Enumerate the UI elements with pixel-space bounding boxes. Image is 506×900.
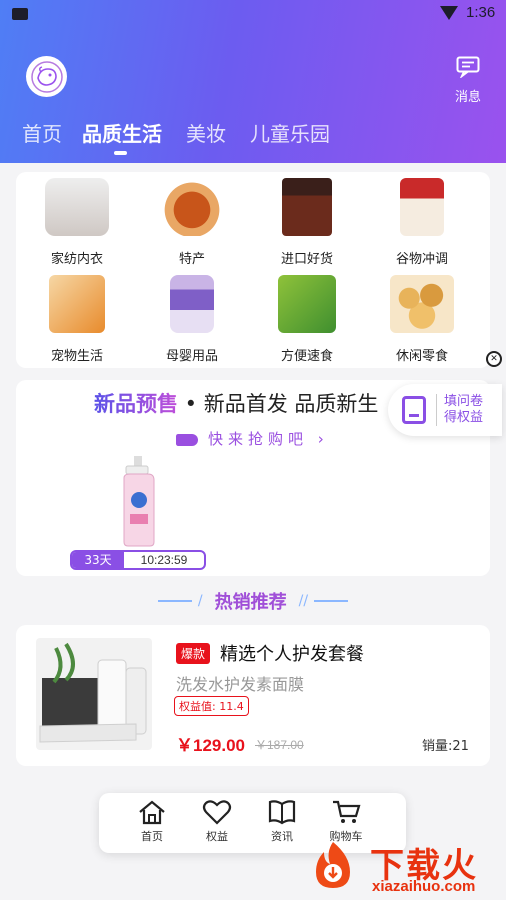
flame-logo-icon — [316, 842, 350, 888]
message-label: 消息 — [454, 90, 481, 105]
benefit-value-tag: 权益值: 11.4 — [174, 696, 249, 716]
haircare-set-image — [36, 638, 152, 750]
product-sales-count: 销量:21 — [422, 739, 469, 754]
cereal-bag-image — [400, 178, 444, 236]
countdown-time: 10:23:59 — [140, 553, 188, 567]
chat-bubble-icon — [456, 56, 480, 80]
nav-home-label: 首页 — [141, 830, 163, 843]
active-tab-indicator — [114, 151, 127, 155]
wifi-icon — [440, 6, 458, 20]
category-item-cereal[interactable]: 谷物冲调 — [367, 178, 477, 267]
hot-badge: 爆款 — [176, 643, 211, 664]
instant-noodles-image — [278, 275, 336, 333]
app-header: 1:36 消息 首页 品质生活 美妆 儿童乐园 — [0, 0, 506, 163]
roast-chicken-image — [160, 178, 224, 236]
close-float-icon[interactable]: ✕ — [486, 351, 502, 367]
presale-subtitle-text: 快来抢购吧 — [208, 430, 309, 448]
tab-kids-park[interactable]: 儿童乐园 — [250, 118, 330, 147]
presale-subtitle: 快来抢购吧 › — [176, 428, 329, 449]
category-label: 特产 — [178, 252, 205, 267]
avatar[interactable] — [26, 56, 67, 97]
tab-home[interactable]: 首页 — [22, 118, 62, 147]
popcorn-image — [390, 275, 454, 333]
decor-line — [157, 600, 192, 602]
survey-float-button[interactable]: 填问卷 得权益 — [388, 384, 502, 436]
presale-title: 新品预售 • 新品首发 品质新生 — [94, 388, 378, 418]
decor-line — [314, 600, 349, 602]
category-item-pet[interactable]: 宠物生活 — [22, 275, 132, 364]
hot-section-title: / 热销推荐 // — [0, 588, 506, 613]
product-subtitle: 洗发水护发素面膜 — [176, 675, 305, 694]
cosmetic-jar-image — [282, 178, 332, 236]
shampoo-bottle-image — [123, 456, 155, 547]
milk-formula-image — [170, 275, 214, 333]
product-name: 精选个人护发套餐 — [220, 644, 364, 665]
product-price: ￥129.00 — [176, 736, 245, 755]
nav-benefits-label: 权益 — [206, 830, 228, 843]
product-card[interactable]: 爆款 精选个人护发套餐 洗发水护发素面膜 权益值: 11.4 ￥129.00 ￥… — [16, 625, 490, 766]
tab-beauty[interactable]: 美妆 — [186, 118, 226, 147]
status-bar: 1:36 — [0, 0, 506, 28]
category-item-baby[interactable]: 母婴用品 — [137, 275, 247, 364]
bedding-image — [45, 178, 109, 236]
decor-dash: / — [197, 593, 203, 609]
survey-line-2: 得权益 — [444, 410, 484, 425]
nav-news-label: 资讯 — [271, 830, 293, 843]
pointing-hand-icon — [176, 433, 198, 446]
watermark-url: xiazaihuo.com — [372, 878, 476, 895]
category-grid: 家纺内衣 特产 进口好货 谷物冲调 宠物生活 母婴用品 方便速食 休闲零食 — [16, 172, 490, 368]
heart-icon — [202, 800, 232, 825]
category-label: 方便速食 — [280, 349, 333, 364]
presale-title-highlight: 新品预售 — [94, 392, 178, 416]
tab-quality-life[interactable]: 品质生活 — [82, 118, 162, 147]
notification-icon — [12, 8, 28, 20]
hot-section-label: 热销推荐 — [214, 592, 287, 613]
category-item-instant-food[interactable]: 方便速食 — [252, 275, 362, 364]
category-item-imports[interactable]: 进口好货 — [252, 178, 362, 267]
category-item-specialty[interactable]: 特产 — [137, 178, 247, 267]
pet-treats-image — [49, 275, 105, 333]
countdown-days: 33天 — [72, 552, 124, 568]
home-icon — [139, 800, 165, 825]
cart-icon — [333, 800, 361, 823]
category-label: 家纺内衣 — [50, 252, 103, 267]
message-button[interactable]: 消息 — [448, 56, 488, 105]
nav-home[interactable]: 首页 — [127, 799, 177, 844]
category-item-bedding[interactable]: 家纺内衣 — [22, 178, 132, 267]
book-icon — [268, 800, 296, 825]
decor-dash: // — [298, 593, 309, 609]
category-label: 宠物生活 — [50, 349, 103, 364]
survey-icon — [402, 396, 426, 424]
product-original-price: ￥187.00 — [255, 738, 304, 752]
sheep-logo-icon — [30, 60, 63, 93]
category-label: 母婴用品 — [165, 349, 218, 364]
category-label: 休闲零食 — [395, 349, 448, 364]
status-time: 1:36 — [466, 4, 496, 21]
divider — [436, 394, 437, 426]
category-item-snacks[interactable]: 休闲零食 — [367, 275, 477, 364]
presale-title-rest: • 新品首发 品质新生 — [178, 392, 379, 416]
countdown-timer: 33天 10:23:59 — [70, 550, 206, 570]
chevron-right-icon: › — [317, 430, 329, 448]
category-label: 谷物冲调 — [395, 252, 448, 267]
survey-line-1: 填问卷 — [444, 394, 484, 409]
watermark: 下载火 xiazaihuo.com — [300, 836, 506, 900]
category-label: 进口好货 — [280, 252, 333, 267]
survey-text: 填问卷 得权益 — [444, 394, 483, 426]
nav-benefits[interactable]: 权益 — [192, 799, 242, 844]
